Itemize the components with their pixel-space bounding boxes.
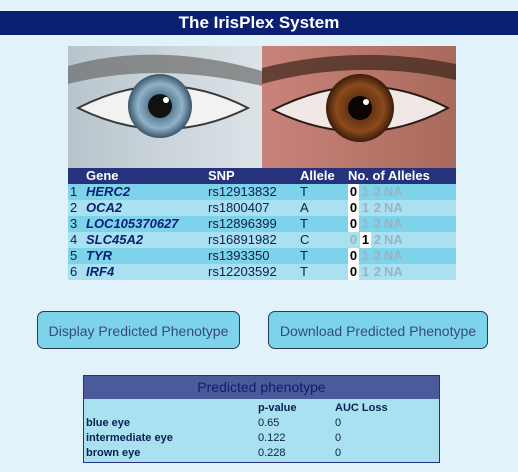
phenotype-label: blue eye: [86, 417, 131, 429]
gene-name: SLC45A2: [86, 232, 208, 248]
allele-option-1[interactable]: 1: [360, 264, 371, 280]
table-row: 6 IRF4 rs12203592 T 0 1 2 NA: [68, 264, 456, 280]
table-row: 2 OCA2 rs1800407 A 0 1 2 NA: [68, 200, 456, 216]
allele-option-0[interactable]: 0: [348, 184, 359, 200]
allele-count-selector: 0 1 2 NA: [348, 216, 456, 232]
allele-header: Allele: [300, 168, 348, 184]
snp-id: rs12913832: [208, 184, 300, 200]
allele-option-na[interactable]: NA: [384, 232, 403, 248]
snp-table: Gene SNP Allele No. of Alleles 1 HERC2 rs1…: [68, 168, 456, 280]
allele-option-2[interactable]: 2: [372, 200, 383, 216]
snp-id: rs1800407: [208, 200, 300, 216]
allele-option-1[interactable]: 1: [360, 184, 371, 200]
allele-option-2[interactable]: 2: [372, 264, 383, 280]
phenotype-table: p-value AUC Loss blue eye 0.65 0 intermedia…: [86, 401, 388, 461]
row-index: 1: [68, 184, 86, 200]
phenotype-row: blue eye 0.65 0: [86, 416, 388, 431]
allele-count-selector: 0 1 2 NA: [348, 200, 456, 216]
snp-id: rs12896399: [208, 216, 300, 232]
allele-option-2[interactable]: 2: [372, 248, 383, 264]
allele-value: C: [300, 232, 348, 248]
phenotype-label-header: [86, 401, 258, 416]
gene-name: TYR: [86, 248, 208, 264]
phenotype-pvalue: 0.65: [258, 417, 280, 429]
allele-option-1[interactable]: 1: [360, 216, 371, 232]
pvalue-header: p-value: [258, 402, 297, 414]
allele-option-1[interactable]: 1: [360, 232, 371, 248]
phenotype-label: brown eye: [86, 447, 141, 459]
allele-option-na[interactable]: NA: [384, 216, 403, 232]
allele-value: T: [300, 248, 348, 264]
phenotype-panel-title: Predicted phenotype: [84, 376, 439, 399]
allele-count-selector: 0 1 2 NA: [348, 248, 456, 264]
allele-option-0[interactable]: 0: [348, 248, 359, 264]
row-index: 6: [68, 264, 86, 280]
gene-name: HERC2: [86, 184, 208, 200]
allele-option-na[interactable]: NA: [384, 248, 403, 264]
predicted-phenotype-panel: Predicted phenotype p-value AUC Loss blu…: [83, 375, 440, 463]
snp-id: rs16891982: [208, 232, 300, 248]
allele-count-selector: 0 1 2 NA: [348, 232, 456, 248]
table-row: 5 TYR rs1393350 T 0 1 2 NA: [68, 248, 456, 264]
phenotype-pvalue: 0.122: [258, 432, 286, 444]
phenotype-label: intermediate eye: [86, 432, 173, 444]
alleles-count-header: No. of Alleles: [348, 168, 456, 184]
row-index: 5: [68, 248, 86, 264]
allele-option-na[interactable]: NA: [384, 200, 403, 216]
index-header: [68, 168, 86, 184]
gene-header: Gene: [86, 168, 208, 184]
allele-option-1[interactable]: 1: [360, 200, 371, 216]
table-row: 1 HERC2 rs12913832 T 0 1 2 NA: [68, 184, 456, 200]
row-index: 2: [68, 200, 86, 216]
allele-option-na[interactable]: NA: [384, 184, 403, 200]
allele-value: A: [300, 200, 348, 216]
table-row: 3 LOC105370627 rs12896399 T 0 1 2 NA: [68, 216, 456, 232]
phenotype-row: intermediate eye 0.122 0: [86, 431, 388, 446]
snp-header: SNP: [208, 168, 300, 184]
snp-id: rs1393350: [208, 248, 300, 264]
phenotype-auc: 0: [335, 447, 342, 459]
eyes-banner-image: [68, 46, 456, 168]
display-phenotype-button[interactable]: Display Predicted Phenotype: [37, 311, 240, 349]
snp-table-header: Gene SNP Allele No. of Alleles: [68, 168, 456, 184]
allele-value: T: [300, 264, 348, 280]
allele-value: T: [300, 184, 348, 200]
allele-option-0[interactable]: 0: [348, 232, 359, 248]
snp-id: rs12203592: [208, 264, 300, 280]
allele-option-2[interactable]: 2: [372, 216, 383, 232]
row-index: 4: [68, 232, 86, 248]
allele-option-0[interactable]: 0: [348, 216, 359, 232]
allele-option-1[interactable]: 1: [360, 248, 371, 264]
download-phenotype-button[interactable]: Download Predicted Phenotype: [268, 311, 488, 349]
page-title: The IrisPlex System: [0, 11, 518, 35]
allele-option-2[interactable]: 2: [372, 232, 383, 248]
phenotype-row: brown eye 0.228 0: [86, 446, 388, 461]
auc-header: AUC Loss: [335, 402, 388, 414]
phenotype-pvalue: 0.228: [258, 447, 286, 459]
allele-option-na[interactable]: NA: [384, 264, 403, 280]
phenotype-auc: 0: [335, 432, 342, 444]
allele-value: T: [300, 216, 348, 232]
allele-option-2[interactable]: 2: [372, 184, 383, 200]
gene-name: IRF4: [86, 264, 208, 280]
allele-option-0[interactable]: 0: [348, 200, 359, 216]
allele-option-0[interactable]: 0: [348, 264, 359, 280]
allele-count-selector: 0 1 2 NA: [348, 264, 456, 280]
gene-name: OCA2: [86, 200, 208, 216]
row-index: 3: [68, 216, 86, 232]
gene-name: LOC105370627: [86, 216, 208, 232]
phenotype-auc: 0: [335, 417, 342, 429]
allele-count-selector: 0 1 2 NA: [348, 184, 456, 200]
table-row: 4 SLC45A2 rs16891982 C 0 1 2 NA: [68, 232, 456, 248]
